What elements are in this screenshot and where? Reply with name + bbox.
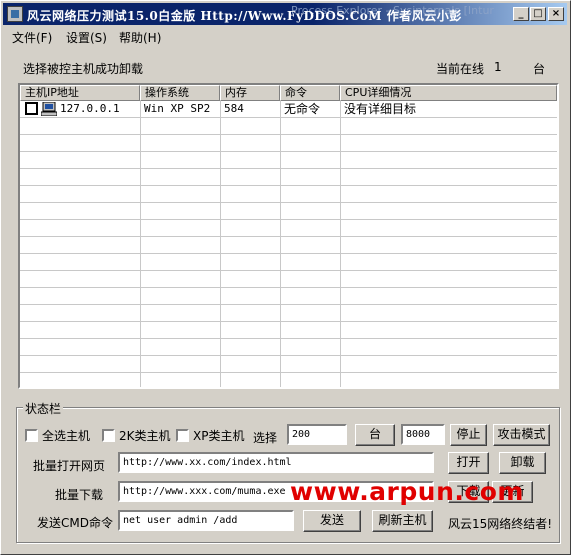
column-ip[interactable]: 主机IP地址 xyxy=(20,85,140,101)
send-button[interactable]: 发送 xyxy=(303,510,361,532)
app-icon xyxy=(7,6,23,22)
cell-memory: 584 xyxy=(224,102,244,115)
grid-line xyxy=(140,101,141,387)
checkbox-box[interactable] xyxy=(176,429,189,442)
xp-hosts-checkbox[interactable]: XP类主机 xyxy=(176,427,244,444)
unit-button[interactable]: 台 xyxy=(355,424,395,446)
column-memory[interactable]: 内存 xyxy=(220,85,280,101)
online-count: 1 xyxy=(494,60,502,74)
menu-settings[interactable]: 设置(S) xyxy=(66,29,107,46)
batch-open-url-input[interactable]: http://www.xx.com/index.html xyxy=(118,452,434,473)
select-all-label: 全选主机 xyxy=(42,429,91,443)
minimize-button[interactable]: _ xyxy=(513,7,529,21)
main-window: Process Explorer - Sysinternals [Intur 风… xyxy=(0,0,571,555)
checkbox-box[interactable] xyxy=(25,429,38,442)
attack-mode-button[interactable]: 攻击模式 xyxy=(493,424,550,446)
host-list[interactable]: 主机IP地址 操作系统 内存 命令 CPU详细情况 127.0.0.1 Win … xyxy=(18,83,559,389)
window-title: 风云网络压力测试15.0白金版 Http://Www.FyDDOS.CoM 作者… xyxy=(27,9,462,23)
unload-status-text: 选择被控主机成功卸载 xyxy=(23,62,144,76)
cmd-input[interactable]: net user admin /add xyxy=(118,510,294,531)
k2-hosts-checkbox[interactable]: 2K类主机 xyxy=(102,427,171,444)
title-bar[interactable]: Process Explorer - Sysinternals [Intur 风… xyxy=(3,3,567,25)
cell-cpu: 没有详细目标 xyxy=(344,102,417,116)
menu-file[interactable]: 文件(F) xyxy=(12,29,52,46)
select-label: 选择 xyxy=(253,431,278,445)
stop-button[interactable]: 停止 xyxy=(450,424,487,446)
host-list-header: 主机IP地址 操作系统 内存 命令 CPU详细情况 xyxy=(20,85,557,101)
status-group-title: 状态栏 xyxy=(23,400,64,417)
open-button[interactable]: 打开 xyxy=(448,452,489,474)
maximize-button[interactable]: □ xyxy=(530,7,546,21)
refresh-hosts-button[interactable]: 刷新主机 xyxy=(372,510,433,532)
column-os[interactable]: 操作系统 xyxy=(140,85,220,101)
k2-hosts-label: 2K类主机 xyxy=(119,429,171,443)
grid-line xyxy=(280,101,281,387)
threads-input[interactable]: 8000 xyxy=(401,424,445,445)
footer-text: 风云15网络终结者! xyxy=(448,517,553,531)
watermark-text: www.arpun.com xyxy=(290,477,524,506)
close-button[interactable]: × xyxy=(548,7,564,21)
column-cpu[interactable]: CPU详细情况 xyxy=(340,85,557,101)
checkbox-box[interactable] xyxy=(102,429,115,442)
cell-os: Win XP SP2 xyxy=(144,102,211,115)
cell-ip: 127.0.0.1 xyxy=(60,102,120,115)
grid-line xyxy=(220,101,221,387)
menu-help[interactable]: 帮助(H) xyxy=(119,29,161,46)
batch-open-label: 批量打开网页 xyxy=(33,459,106,473)
row-checkbox[interactable] xyxy=(25,102,38,115)
cell-command: 无命令 xyxy=(284,102,321,116)
menu-bar: 文件(F) 设置(S) 帮助(H) xyxy=(3,27,567,47)
column-command[interactable]: 命令 xyxy=(280,85,340,101)
cmd-label: 发送CMD命令 xyxy=(37,516,113,530)
xp-hosts-label: XP类主机 xyxy=(193,429,245,443)
grid-line xyxy=(340,101,341,387)
unload-button[interactable]: 卸载 xyxy=(499,452,546,474)
table-row[interactable]: 127.0.0.1 Win XP SP2 584 无命令 没有详细目标 xyxy=(20,101,557,117)
host-list-grid xyxy=(20,101,557,387)
online-label: 当前在线 xyxy=(436,62,485,76)
select-count-input[interactable]: 200 xyxy=(287,424,347,445)
computer-icon xyxy=(41,102,57,116)
online-unit: 台 xyxy=(533,62,546,76)
batch-download-label: 批量下载 xyxy=(55,488,104,502)
select-all-checkbox[interactable]: 全选主机 xyxy=(25,427,90,444)
